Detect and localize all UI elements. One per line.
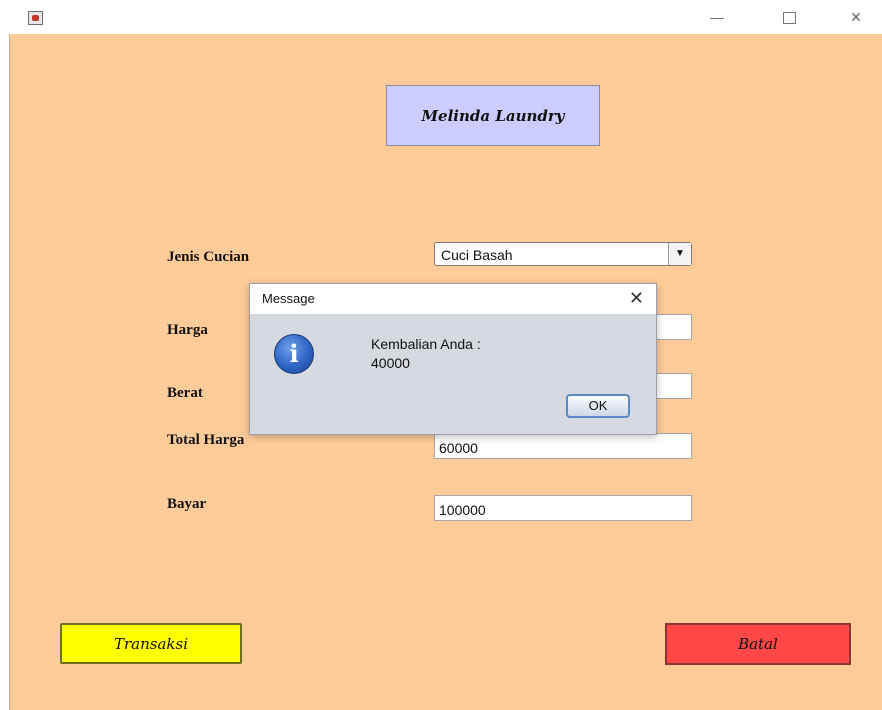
jenis-cucian-label: Jenis Cucian	[167, 249, 250, 265]
maximize-button[interactable]	[766, 4, 812, 30]
batal-button[interactable]: Batal	[665, 623, 851, 665]
jenis-cucian-selected-value: Cuci Basah	[441, 247, 513, 263]
app-title: Melinda Laundry	[421, 106, 565, 125]
dialog-title: Message	[262, 291, 315, 306]
total-harga-field[interactable]: 60000	[434, 433, 692, 459]
transaksi-button-label: Transaksi	[113, 634, 188, 653]
window-close-button[interactable]: ✕	[833, 4, 879, 30]
ok-button[interactable]: OK	[566, 394, 630, 418]
maximize-icon	[782, 12, 796, 24]
dialog-message-line2: 40000	[371, 355, 410, 371]
minimize-button[interactable]	[694, 4, 740, 30]
bayar-value: 100000	[439, 502, 486, 518]
message-dialog: Message ✕ i Kembalian Anda : 40000 OK	[249, 283, 657, 435]
harga-label: Harga	[167, 322, 208, 338]
dialog-close-icon[interactable]: ✕	[629, 287, 644, 309]
batal-button-label: Batal	[738, 635, 778, 653]
chevron-down-icon[interactable]: ▼	[668, 243, 691, 265]
dialog-message-line1: Kembalian Anda :	[371, 336, 481, 352]
info-icon: i	[274, 334, 314, 374]
app-title-box: Melinda Laundry	[386, 85, 600, 146]
bayar-label: Bayar	[167, 496, 207, 512]
window-titlebar: ✕	[0, 0, 882, 34]
transaksi-button[interactable]: Transaksi	[60, 623, 242, 664]
minimize-icon	[710, 18, 724, 19]
dialog-titlebar: Message ✕	[250, 284, 656, 314]
bayar-field[interactable]: 100000	[434, 495, 692, 521]
jenis-cucian-select[interactable]: Cuci Basah ▼	[434, 242, 692, 266]
total-harga-label: Total Harga	[167, 432, 245, 448]
close-icon: ✕	[850, 9, 862, 25]
total-harga-value: 60000	[439, 440, 478, 456]
java-app-icon	[28, 11, 43, 25]
berat-label: Berat	[167, 385, 203, 401]
